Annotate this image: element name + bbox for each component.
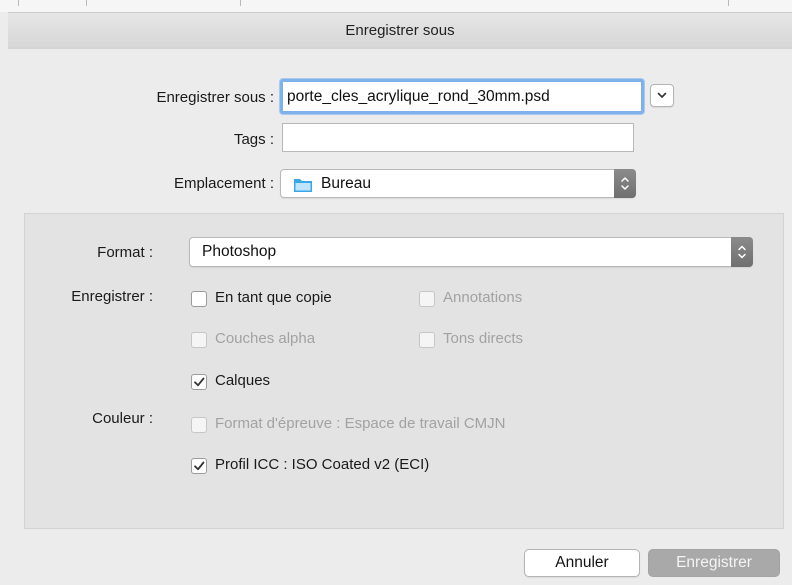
checkbox-annotations[interactable] — [419, 291, 435, 307]
ruler-tick — [728, 0, 729, 6]
format-options-panel: Format : Photoshop Enregistrer : Couleur… — [24, 213, 784, 529]
save-dialog: Enregistrer sous : porte_cles_acrylique_… — [8, 49, 792, 585]
dialog-title: Enregistrer sous — [8, 12, 792, 50]
format-value: Photoshop — [202, 243, 277, 260]
format-label: Format : — [97, 244, 153, 261]
location-label: Emplacement : — [173, 175, 274, 192]
cancel-button[interactable]: Annuler — [524, 549, 640, 577]
checkbox-copy[interactable] — [191, 291, 207, 307]
stepper-icon — [731, 237, 753, 267]
save-as-label: Enregistrer sous : — [156, 89, 274, 106]
checkbox-icc-profile-label: Profil ICC : ISO Coated v2 (ECI) — [215, 456, 430, 473]
expand-button[interactable] — [650, 84, 674, 107]
stepper-icon — [614, 169, 636, 198]
window-top-strip — [0, 0, 792, 12]
checkbox-spot-colors[interactable] — [419, 332, 435, 348]
checkbox-layers-label: Calques — [215, 372, 271, 389]
chevron-down-icon — [657, 92, 667, 98]
format-popup[interactable]: Photoshop — [189, 237, 753, 267]
filename-input[interactable]: porte_cles_acrylique_rond_30mm.psd — [280, 79, 644, 114]
checkbox-annotations-label: Annotations — [443, 289, 523, 306]
save-button[interactable]: Enregistrer — [648, 549, 780, 577]
checkbox-copy-label: En tant que copie — [215, 289, 332, 306]
ruler-tick — [240, 0, 241, 6]
tags-input[interactable] — [282, 123, 634, 152]
color-label: Couleur : — [92, 410, 153, 427]
checkbox-alpha-channels-label: Couches alpha — [215, 330, 316, 347]
save-options-label: Enregistrer : — [71, 288, 153, 305]
location-value: Bureau — [321, 175, 371, 192]
checkbox-spot-colors-label: Tons directs — [443, 330, 524, 347]
tags-label: Tags : — [233, 131, 274, 148]
checkbox-proof-setup[interactable] — [191, 417, 207, 433]
checkbox-icc-profile[interactable] — [191, 458, 207, 474]
ruler-tick — [86, 0, 87, 6]
checkmark-icon — [194, 461, 205, 471]
checkmark-icon — [194, 377, 205, 387]
ruler-tick — [18, 0, 19, 6]
checkbox-layers[interactable] — [191, 374, 207, 390]
folder-icon — [294, 179, 312, 192]
checkbox-alpha-channels[interactable] — [191, 332, 207, 348]
checkbox-proof-setup-label: Format d'épreuve : Espace de travail CMJ… — [215, 415, 506, 432]
location-popup[interactable]: Bureau — [280, 169, 636, 198]
